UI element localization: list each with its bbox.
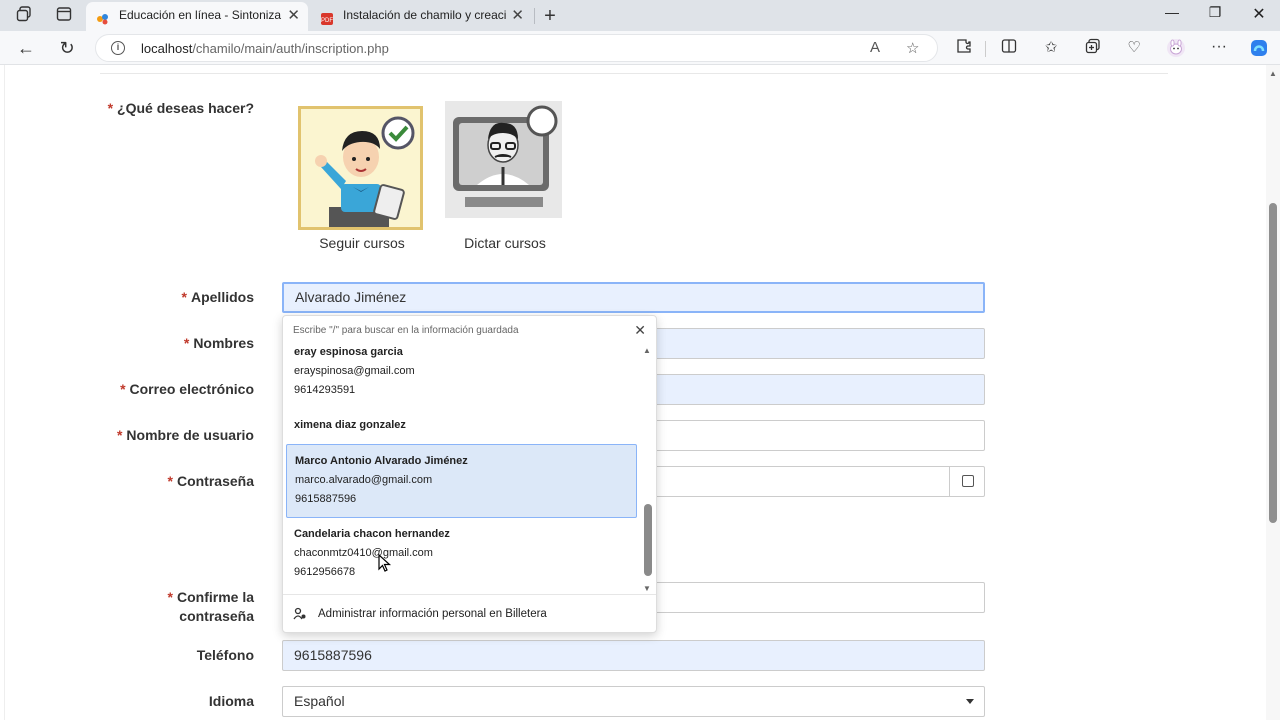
manage-wallet-link[interactable]: Administrar información personal en Bill… — [318, 608, 547, 620]
autofill-hint: Escribe "/" para buscar en la informació… — [293, 325, 519, 336]
apellidos-label: * Apellidos — [181, 289, 254, 305]
show-password-checkbox[interactable] — [962, 475, 974, 487]
address-bar[interactable]: i localhost/chamilo/main/auth/inscriptio… — [95, 34, 938, 62]
page-content: * ¿Qué deseas hacer? Seguir cursos Dicta… — [0, 65, 1280, 720]
entry-name: eray espinosa garcia — [294, 346, 403, 358]
nombres-label: * Nombres — [183, 335, 254, 351]
refresh-button[interactable]: ↻ — [56, 37, 78, 59]
autofill-entry[interactable]: Candelaria chacon hernandez chaconmtz041… — [286, 528, 637, 590]
correo-label: * Correo electrónico — [120, 381, 254, 397]
tab-title: Educación en línea - Sintoniza el — [119, 8, 282, 22]
site-info-icon[interactable]: i — [111, 41, 125, 55]
toolbar-divider — [985, 41, 986, 57]
choice-dictar-cursos[interactable] — [445, 101, 562, 218]
entry-name: Candelaria chacon hernandez — [294, 528, 450, 540]
autofill-dropdown: Escribe "/" para buscar en la informació… — [282, 315, 657, 633]
autofill-entry[interactable]: ximena diaz gonzalez — [286, 419, 637, 441]
favorites-icon[interactable]: ✩ — [1040, 38, 1062, 58]
choice-seguir-cursos[interactable] — [298, 106, 423, 230]
url-text: localhost/chamilo/main/auth/inscription.… — [141, 41, 389, 56]
idioma-select[interactable]: Español — [282, 686, 985, 717]
choice-caption-seguir: Seguir cursos — [319, 235, 405, 251]
profile-avatar[interactable] — [1165, 38, 1187, 58]
entry-phone: 9614293591 — [294, 384, 356, 396]
tab-divider — [534, 8, 535, 24]
chamilo-favicon-icon — [96, 9, 110, 25]
restore-button[interactable]: ❐ — [1200, 4, 1230, 21]
new-tab-button[interactable]: + — [540, 6, 560, 26]
autofill-scrollbar[interactable]: ▲ ▼ — [642, 346, 653, 594]
autofill-scroll-thumb[interactable] — [644, 504, 652, 576]
tab-instalacion[interactable]: PDF Instalación de chamilo y creación ✕ — [310, 2, 532, 31]
tab-title: Instalación de chamilo y creación — [343, 8, 506, 22]
section-divider — [100, 73, 1168, 74]
idioma-selected: Español — [294, 693, 345, 709]
confirm-password-label: * Confirme la contraseña — [167, 589, 254, 624]
wallet-person-icon — [293, 607, 307, 624]
tab-bar: Educación en línea - Sintoniza el ✕ PDF … — [0, 0, 1280, 31]
tab-educacion[interactable]: Educación en línea - Sintoniza el ✕ — [86, 2, 308, 31]
entry-email: marco.alvarado@gmail.com — [295, 474, 433, 486]
workspaces-icon[interactable] — [14, 6, 34, 26]
usuario-label: * Nombre de usuario — [116, 427, 254, 443]
address-toolbar: ← ↻ i localhost/chamilo/main/auth/inscri… — [0, 31, 1280, 65]
scroll-up-icon[interactable]: ▲ — [1269, 69, 1277, 78]
back-button[interactable]: ← — [15, 37, 37, 59]
close-tab-icon[interactable]: ✕ — [287, 2, 300, 29]
apellidos-input[interactable]: Alvarado Jiménez — [282, 282, 985, 313]
scroll-down-icon[interactable]: ▼ — [643, 584, 651, 593]
vertical-tabs-icon[interactable] — [54, 6, 74, 26]
page-scrollbar[interactable]: ▲ — [1266, 65, 1280, 720]
show-password-toggle[interactable] — [949, 466, 985, 497]
close-icon[interactable]: ✕ — [634, 322, 646, 339]
entry-phone: 9612956678 — [294, 566, 356, 578]
close-window-button[interactable]: ✕ — [1244, 4, 1274, 24]
page-scroll-thumb[interactable] — [1269, 203, 1277, 523]
idioma-label: Idioma — [208, 693, 254, 709]
copilot-icon[interactable] — [1248, 38, 1270, 58]
more-menu-icon[interactable]: ··· — [1208, 38, 1230, 58]
autofill-entry[interactable]: eray espinosa garcia erayspinosa@gmail.c… — [286, 346, 637, 406]
telefono-input[interactable]: 9615887596 — [282, 640, 985, 671]
telefono-label: Teléfono — [196, 647, 254, 663]
svg-text:PDF: PDF — [321, 18, 333, 24]
entry-phone: 9615887596 — [295, 493, 357, 505]
close-tab-icon[interactable]: ✕ — [511, 2, 524, 29]
chevron-down-icon — [966, 699, 974, 704]
contrasena-label: * Contraseña — [167, 473, 254, 489]
autofill-footer[interactable]: Administrar información personal en Bill… — [283, 594, 656, 633]
favorite-star-icon[interactable]: ☆ — [906, 39, 919, 57]
scroll-up-icon[interactable]: ▲ — [643, 346, 651, 355]
browser-essentials-icon[interactable]: ♡ — [1123, 38, 1145, 58]
minimize-button[interactable]: — — [1157, 4, 1187, 20]
entry-email: chaconmtz0410@gmail.com — [294, 547, 433, 559]
split-screen-icon[interactable] — [998, 38, 1020, 58]
autofill-entry-selected[interactable]: Marco Antonio Alvarado Jiménez marco.alv… — [286, 444, 637, 518]
entry-name: ximena diaz gonzalez — [294, 419, 406, 431]
entry-name: Marco Antonio Alvarado Jiménez — [295, 455, 468, 467]
teacher-illustration — [445, 101, 562, 218]
pdf-favicon-icon: PDF — [320, 9, 334, 25]
collections-icon[interactable] — [1082, 38, 1104, 58]
extensions-icon[interactable] — [953, 38, 975, 58]
entry-email: erayspinosa@gmail.com — [294, 365, 415, 377]
what-label: * ¿Qué deseas hacer? — [107, 100, 254, 116]
choice-caption-dictar: Dictar cursos — [464, 235, 546, 251]
student-illustration — [301, 109, 420, 227]
read-aloud-icon[interactable]: A — [870, 39, 880, 56]
